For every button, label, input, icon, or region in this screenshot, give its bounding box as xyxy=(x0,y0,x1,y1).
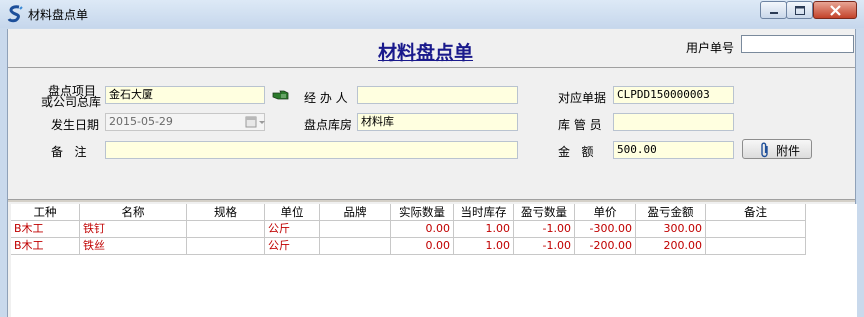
amount-field[interactable]: 500.00 xyxy=(613,141,734,159)
maximize-button[interactable] xyxy=(786,1,813,19)
table-cell[interactable]: 200.00 xyxy=(636,238,706,255)
warehouse-field[interactable]: 材料库 xyxy=(357,113,518,131)
table-cell[interactable] xyxy=(187,221,265,238)
table-cell[interactable]: -1.00 xyxy=(514,238,575,255)
table-cell[interactable] xyxy=(320,221,391,238)
remark-field[interactable] xyxy=(105,141,518,159)
table-cell[interactable]: 1.00 xyxy=(454,221,514,238)
table-cell[interactable]: B木工 xyxy=(11,221,80,238)
ref-doc-label: 对应单据 xyxy=(558,91,607,105)
column-header[interactable]: 名称 xyxy=(80,204,187,221)
column-header[interactable]: 盈亏金额 xyxy=(636,204,706,221)
keeper-field[interactable] xyxy=(613,113,734,131)
column-header[interactable]: 单位 xyxy=(265,204,320,221)
minimize-icon xyxy=(770,12,778,14)
paperclip-icon xyxy=(761,142,768,158)
app-logo-icon xyxy=(7,5,23,23)
table-cell[interactable]: -200.00 xyxy=(575,238,636,255)
attachment-button[interactable]: 附件 xyxy=(742,139,812,159)
table-cell[interactable] xyxy=(706,238,806,255)
handler-label: 经 办 人 xyxy=(304,91,348,105)
project-field[interactable]: 金石大厦 xyxy=(105,86,265,104)
column-header[interactable]: 品牌 xyxy=(320,204,391,221)
maximize-icon xyxy=(795,6,805,15)
column-header[interactable]: 备注 xyxy=(706,204,806,221)
remark-label: 备 注 xyxy=(51,145,87,159)
app-window: 材料盘点单 材料盘点单 用户单号 盘点项目 或公司总库 金石大厦 经 办 人 对… xyxy=(0,0,864,317)
column-header[interactable]: 规格 xyxy=(187,204,265,221)
table-cell[interactable] xyxy=(706,221,806,238)
table-row[interactable]: B木工 铁钉 公斤 0.00 1.00 -1.00 -300.00 300.00 xyxy=(11,221,806,238)
form-title: 材料盘点单 xyxy=(378,42,474,64)
window-title: 材料盘点单 xyxy=(28,8,89,22)
table-cell[interactable]: B木工 xyxy=(11,238,80,255)
table-cell[interactable]: -300.00 xyxy=(575,221,636,238)
form-client-area: 材料盘点单 用户单号 盘点项目 或公司总库 金石大厦 经 办 人 对应单据 CL… xyxy=(7,29,857,317)
table-cell[interactable]: 铁钉 xyxy=(80,221,187,238)
table-cell[interactable]: 公斤 xyxy=(265,238,320,255)
detail-table: 工种 名称 规格 单位 品牌 实际数量 当时库存 盈亏数量 单价 盈亏金额 备注… xyxy=(11,204,857,317)
table-cell[interactable] xyxy=(320,238,391,255)
column-header[interactable]: 盈亏数量 xyxy=(514,204,575,221)
date-field[interactable]: 2015-05-29 xyxy=(105,113,265,131)
close-icon xyxy=(830,5,841,16)
minimize-button[interactable] xyxy=(760,1,787,19)
ref-doc-field[interactable]: CLPDD150000003 xyxy=(613,86,734,104)
table-cell[interactable]: 公斤 xyxy=(265,221,320,238)
table-cell[interactable]: -1.00 xyxy=(514,221,575,238)
table-row[interactable]: B木工 铁丝 公斤 0.00 1.00 -1.00 -200.00 200.00 xyxy=(11,238,806,255)
column-header[interactable]: 工种 xyxy=(11,204,80,221)
hand-pointer-icon[interactable] xyxy=(272,88,290,102)
header-divider xyxy=(8,67,855,68)
keeper-label: 库 管 员 xyxy=(558,118,602,132)
table-cell[interactable] xyxy=(187,238,265,255)
handler-field[interactable] xyxy=(357,86,518,104)
user-doc-input[interactable] xyxy=(741,35,854,53)
column-header[interactable]: 当时库存 xyxy=(454,204,514,221)
calendar-dropdown-icon[interactable] xyxy=(244,114,268,130)
table-cell[interactable]: 1.00 xyxy=(454,238,514,255)
date-label: 发生日期 xyxy=(51,118,100,132)
project-label-line2: 或公司总库 xyxy=(41,95,102,109)
attachment-label: 附件 xyxy=(776,144,801,158)
grid-divider xyxy=(8,199,855,202)
user-doc-label: 用户单号 xyxy=(686,41,735,55)
column-header[interactable]: 单价 xyxy=(575,204,636,221)
close-button[interactable] xyxy=(813,1,857,19)
warehouse-label: 盘点库房 xyxy=(304,118,353,132)
title-bar: 材料盘点单 xyxy=(0,0,864,28)
amount-label: 金 额 xyxy=(558,145,594,159)
table-cell[interactable]: 铁丝 xyxy=(80,238,187,255)
table-cell[interactable]: 0.00 xyxy=(391,221,454,238)
column-header[interactable]: 实际数量 xyxy=(391,204,454,221)
table-header-row: 工种 名称 规格 单位 品牌 实际数量 当时库存 盈亏数量 单价 盈亏金额 备注 xyxy=(11,204,806,221)
table-cell[interactable]: 0.00 xyxy=(391,238,454,255)
table-cell[interactable]: 300.00 xyxy=(636,221,706,238)
